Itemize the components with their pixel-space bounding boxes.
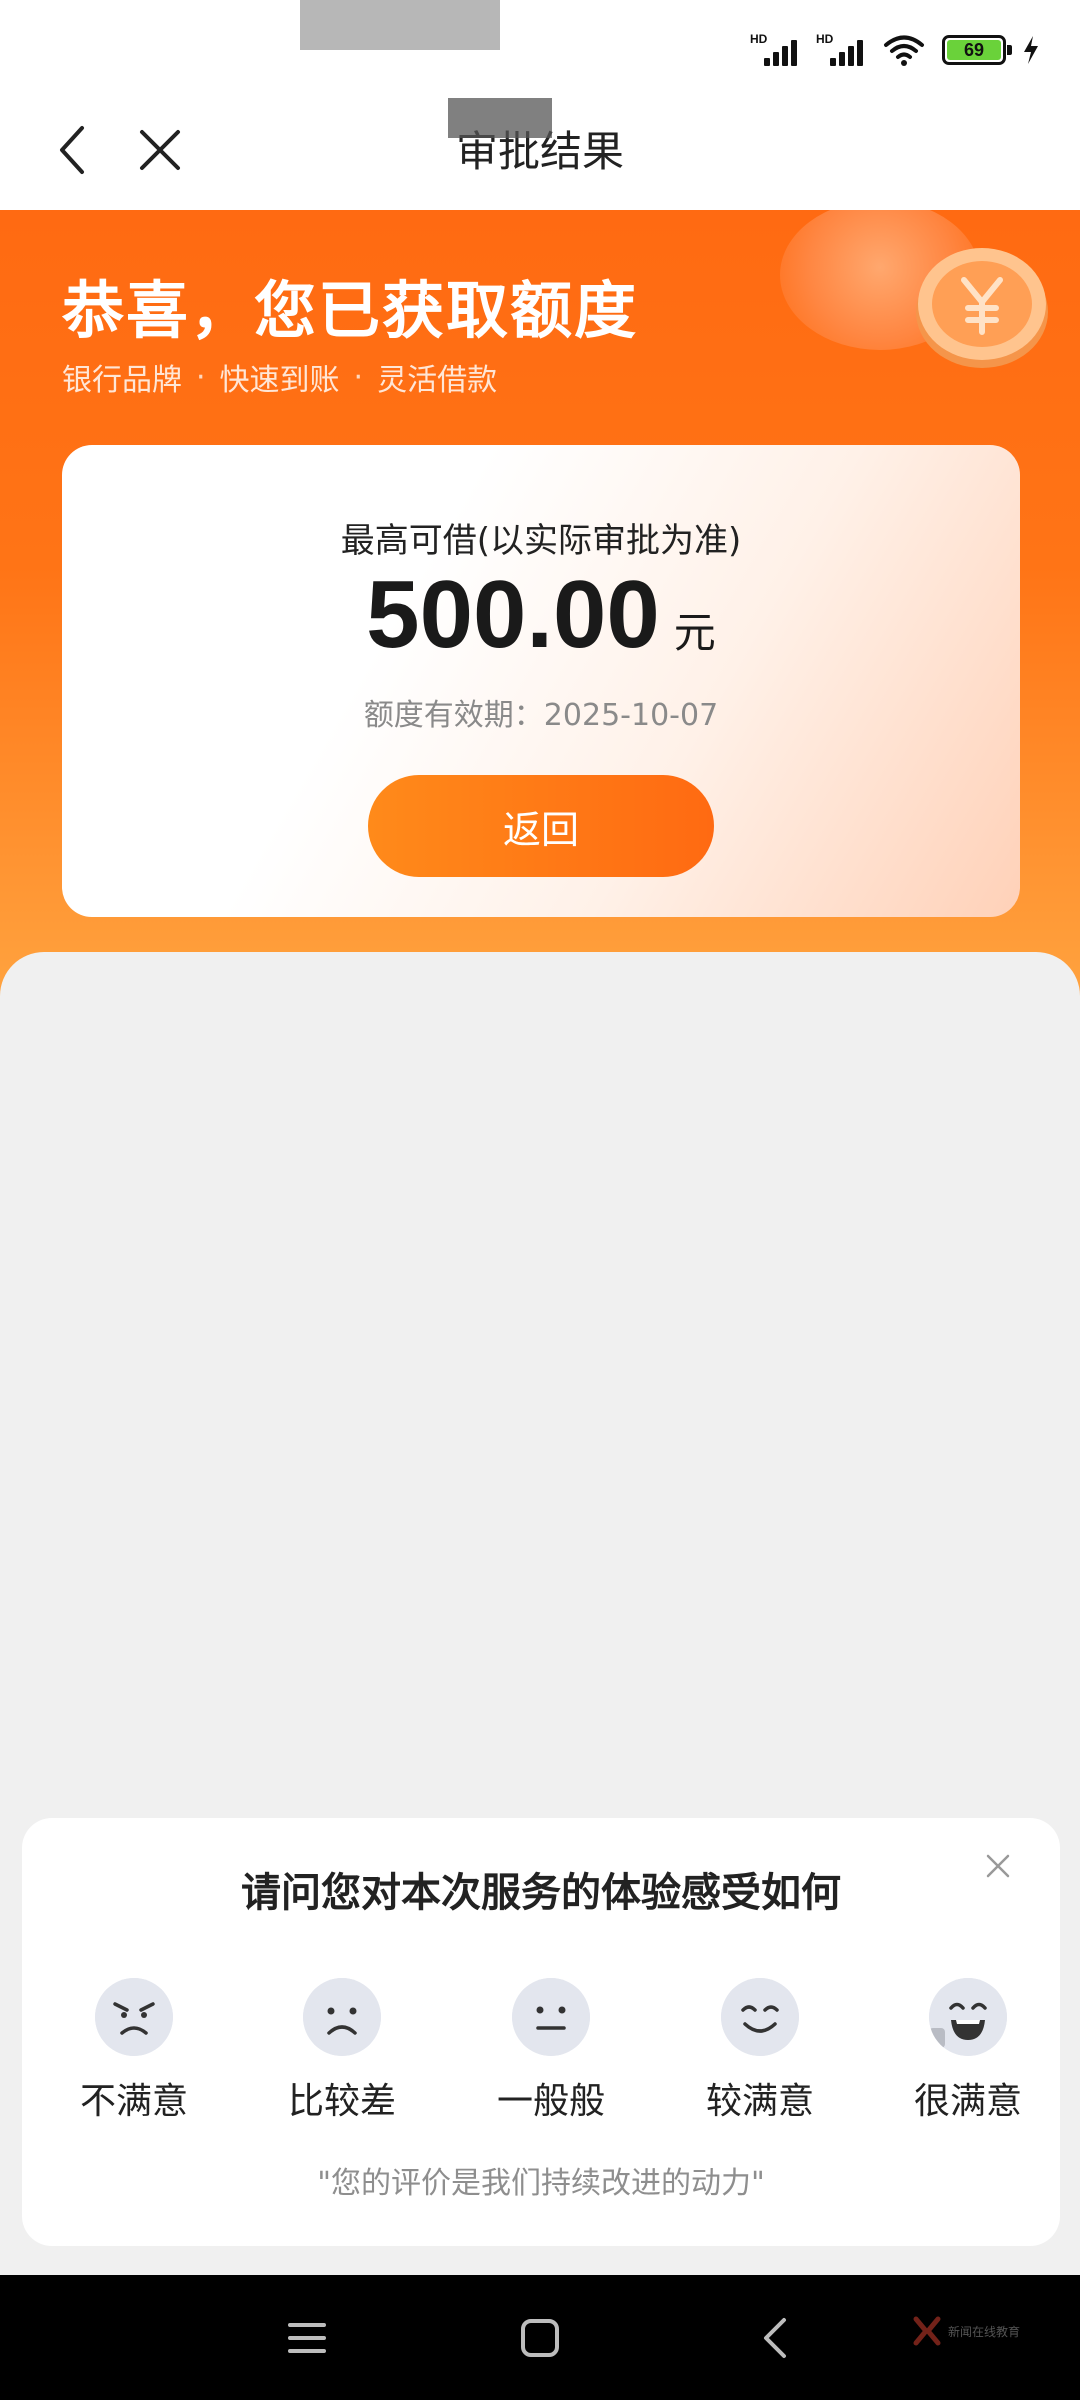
feedback-card: 请问您对本次服务的体验感受如何 不满意 比较差 一般般 较满意 很满意 "您的评… bbox=[22, 1818, 1060, 2246]
charging-icon bbox=[1024, 36, 1038, 64]
signal-label-2: HD bbox=[816, 32, 834, 46]
sad-face-icon bbox=[303, 1978, 381, 2056]
battery-icon: 69 bbox=[942, 35, 1012, 65]
system-nav-bar: 新闻在线教育 bbox=[0, 2275, 1080, 2400]
watermark: 新闻在线教育 bbox=[912, 2315, 1020, 2347]
rating-label: 比较差 bbox=[287, 2081, 396, 2122]
smile-face-icon bbox=[721, 1978, 799, 2056]
hero-title: 恭喜，您已获取额度 bbox=[62, 274, 639, 347]
separator-dot: · bbox=[196, 359, 206, 395]
amount-row: 500.00 元 bbox=[62, 560, 1020, 670]
back-arrow-icon bbox=[764, 2318, 786, 2358]
hero-tags: 银行品牌 · 快速到账 · 灵活借款 bbox=[62, 355, 497, 399]
signal-label: HD bbox=[750, 32, 768, 46]
rating-label: 较满意 bbox=[705, 2081, 814, 2122]
signal-icon: HD bbox=[750, 32, 800, 68]
home-icon bbox=[521, 2319, 559, 2357]
rating-option-satisfied[interactable]: 较满意 bbox=[690, 1978, 830, 2124]
rating-label: 不满意 bbox=[79, 2081, 188, 2122]
watermark-text: 新闻在线教育 bbox=[947, 2324, 1020, 2339]
feedback-note: "您的评价是我们持续改进的动力" bbox=[317, 2166, 765, 2201]
rating-option-very-dissatisfied[interactable]: 不满意 bbox=[64, 1978, 204, 2124]
battery-level: 69 bbox=[947, 40, 1001, 60]
hero-tag: 快速到账 bbox=[219, 363, 340, 398]
rating-label: 一般般 bbox=[496, 2081, 605, 2122]
status-bar: HD HD 69 bbox=[0, 0, 1080, 90]
watermark-logo-icon bbox=[913, 2316, 941, 2346]
home-button[interactable] bbox=[515, 2313, 565, 2363]
rating-label: 很满意 bbox=[913, 2081, 1022, 2122]
rating-option-neutral[interactable]: 一般般 bbox=[481, 1978, 621, 2124]
app-header: 审批结果 bbox=[0, 90, 1080, 210]
credit-amount-card: 最高可借(以实际审批为准) 500.00 元 额度有效期：2025-10-07 返… bbox=[62, 445, 1020, 917]
menu-icon bbox=[288, 2323, 326, 2353]
coin-icon bbox=[916, 248, 1048, 368]
currency-unit: 元 bbox=[673, 608, 716, 657]
signal-icon-2: HD bbox=[816, 32, 866, 68]
feedback-title: 请问您对本次服务的体验感受如何 bbox=[241, 1870, 841, 1916]
max-borrow-label: 最高可借(以实际审批为准) bbox=[340, 521, 742, 561]
hero-tag: 银行品牌 bbox=[62, 363, 182, 398]
nav-back-button[interactable] bbox=[750, 2313, 800, 2363]
menu-button[interactable] bbox=[282, 2313, 332, 2363]
separator-dot: · bbox=[353, 359, 364, 395]
rating-options: 不满意 比较差 一般般 较满意 很满意 bbox=[44, 1978, 1044, 2122]
laugh-face-icon bbox=[929, 1978, 1007, 2056]
credit-amount: 500.00 bbox=[366, 561, 660, 668]
approval-hero: 恭喜，您已获取额度 银行品牌 · 快速到账 · 灵活借款 最高可借(以实际审批为… bbox=[0, 210, 1080, 1000]
blurred-region bbox=[300, 0, 500, 50]
rating-option-poor[interactable]: 比较差 bbox=[272, 1978, 412, 2124]
validity-date: 额度有效期：2025-10-07 bbox=[363, 698, 719, 733]
status-icons: HD HD 69 bbox=[750, 30, 1040, 70]
neutral-face-icon bbox=[512, 1978, 590, 2056]
rating-option-very-satisfied[interactable]: 很满意 bbox=[898, 1978, 1038, 2124]
angry-face-icon bbox=[95, 1978, 173, 2056]
wifi-icon bbox=[884, 35, 924, 66]
blurred-region bbox=[448, 98, 552, 138]
return-button[interactable]: 返回 bbox=[368, 775, 714, 877]
hero-tag: 灵活借款 bbox=[377, 363, 498, 398]
